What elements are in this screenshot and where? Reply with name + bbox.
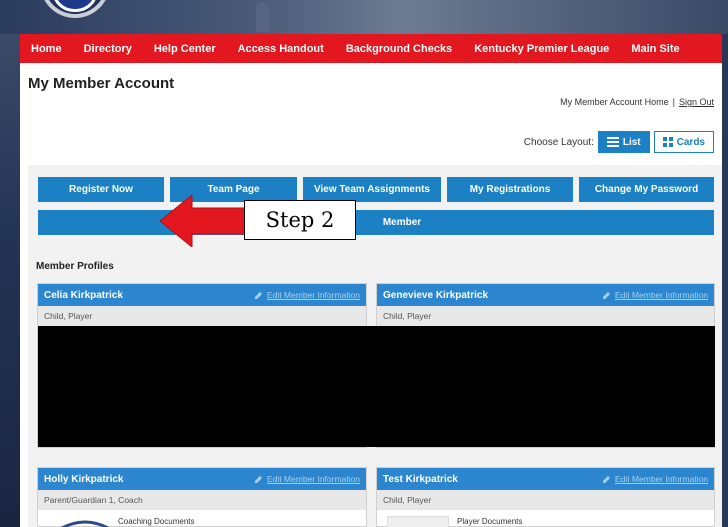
member-name: Test Kirkpatrick <box>383 473 458 485</box>
choose-layout-label: Choose Layout: <box>523 136 594 148</box>
sign-out-link[interactable]: Sign Out <box>679 97 714 107</box>
member-card-header: Celia Kirkpatrick Edit Member Informatio… <box>38 284 366 306</box>
account-links: My Member Account Home | Sign Out <box>560 97 714 107</box>
banner-decoration <box>256 2 270 32</box>
main-nav: Home Directory Help Center Access Handou… <box>20 34 722 63</box>
edit-member-label: Edit Member Information <box>266 474 360 484</box>
list-layout-label: List <box>622 136 641 148</box>
list-layout-button[interactable]: List <box>597 131 650 153</box>
player-photo-placeholder <box>387 516 449 527</box>
cards-layout-button[interactable]: Cards <box>653 131 714 153</box>
nav-main-site[interactable]: Main Site <box>620 43 690 55</box>
edit-member-link[interactable]: Edit Member Information <box>254 290 360 300</box>
member-card-header: Genevieve Kirkpatrick Edit Member Inform… <box>377 284 714 306</box>
edit-member-link[interactable]: Edit Member Information <box>602 474 708 484</box>
nav-access-handout[interactable]: Access Handout <box>227 43 335 55</box>
member-roles: Child, Player <box>377 306 714 326</box>
redacted-area <box>38 326 715 447</box>
edit-member-label: Edit Member Information <box>614 290 708 300</box>
member-card-header: Test Kirkpatrick Edit Member Information <box>377 468 714 490</box>
step-arrow-icon <box>160 195 250 247</box>
coach-logo-icon <box>61 520 109 527</box>
page-title: My Member Account <box>28 75 175 92</box>
add-member-button[interactable]: Member <box>38 210 714 235</box>
my-registrations-button[interactable]: My Registrations <box>447 177 573 202</box>
member-roles: Child, Player <box>38 306 366 326</box>
register-now-button[interactable]: Register Now <box>38 177 164 202</box>
pencil-icon <box>254 476 262 483</box>
background-right <box>722 34 728 527</box>
grid-icon <box>662 137 673 147</box>
member-name: Genevieve Kirkpatrick <box>383 289 489 301</box>
account-home-link[interactable]: My Member Account Home <box>560 97 669 107</box>
account-header: My Member Account My Member Account Home… <box>20 63 722 163</box>
list-icon <box>606 137 619 147</box>
coaching-documents-label[interactable]: Coaching Documents <box>118 517 194 526</box>
player-documents-label[interactable]: Player Documents <box>457 517 522 526</box>
member-name: Celia Kirkpatrick <box>44 289 123 301</box>
nav-home[interactable]: Home <box>20 43 73 55</box>
edit-member-label: Edit Member Information <box>266 290 360 300</box>
member-card: Test Kirkpatrick Edit Member Information… <box>376 467 715 527</box>
step-callout: Step 2 <box>244 200 356 240</box>
member-roles: Child, Player <box>377 490 714 510</box>
cards-layout-label: Cards <box>676 136 705 148</box>
background-left <box>0 34 20 527</box>
edit-member-link[interactable]: Edit Member Information <box>254 474 360 484</box>
member-name: Holly Kirkpatrick <box>44 473 124 485</box>
edit-member-label: Edit Member Information <box>614 474 708 484</box>
layout-chooser: Choose Layout: List Cards <box>524 131 714 153</box>
view-team-assignments-button[interactable]: View Team Assignments <box>303 177 441 202</box>
header-banner <box>0 0 728 34</box>
nav-background-checks[interactable]: Background Checks <box>335 43 463 55</box>
nav-kentucky-premier-league[interactable]: Kentucky Premier League <box>463 43 620 55</box>
nav-directory[interactable]: Directory <box>73 43 143 55</box>
link-separator: | <box>672 97 675 107</box>
member-card: Holly Kirkpatrick Edit Member Informatio… <box>37 467 367 527</box>
edit-member-link[interactable]: Edit Member Information <box>602 290 708 300</box>
nav-help-center[interactable]: Help Center <box>143 43 227 55</box>
member-card-header: Holly Kirkpatrick Edit Member Informatio… <box>38 468 366 490</box>
change-password-button[interactable]: Change My Password <box>579 177 714 202</box>
pencil-icon <box>602 292 610 299</box>
member-roles: Parent/Guardian 1, Coach <box>38 490 366 510</box>
member-profiles-heading: Member Profiles <box>36 261 114 272</box>
pencil-icon <box>254 292 262 299</box>
pencil-icon <box>602 476 610 483</box>
